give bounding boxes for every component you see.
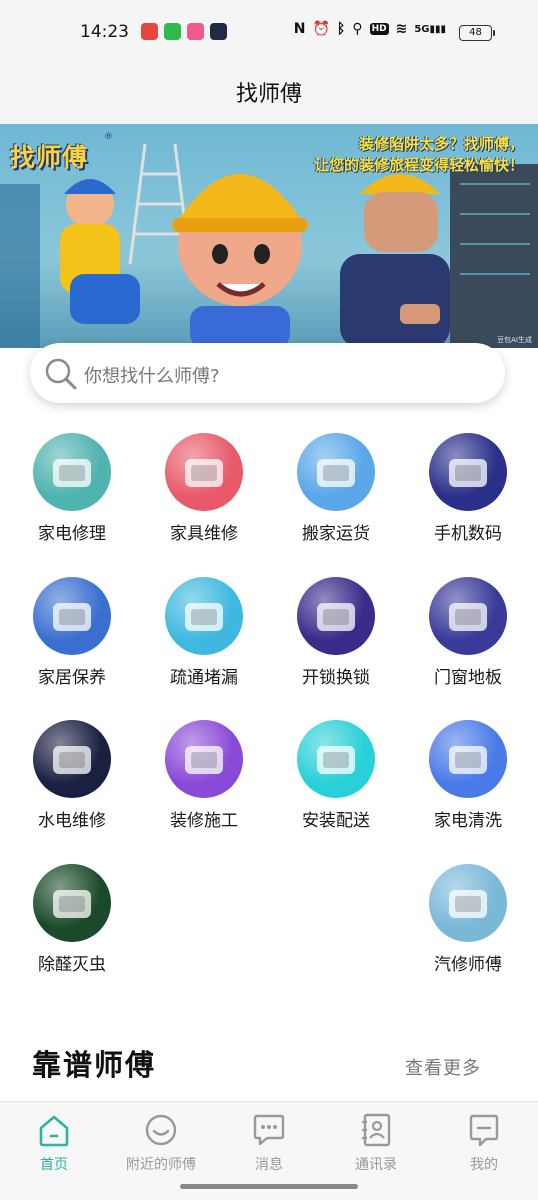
search-input[interactable]: 你想找什么师傅? [30, 343, 505, 403]
car-repair-icon [429, 864, 507, 942]
category-label: 汽修师傅 [434, 955, 502, 975]
category-label: 家电清洗 [434, 811, 502, 831]
category-label: 家电修理 [38, 524, 106, 544]
wifi-icon: ≋ [395, 21, 408, 37]
nav-item-home[interactable]: 首页 [0, 1112, 108, 1174]
home-icon [39, 1115, 69, 1147]
nav-label: 我的 [470, 1157, 498, 1173]
status-bar: 14:23 N ⏰ ᛒ ⚲ HD ≋ 5G▮▮▮ 48 [0, 0, 538, 66]
category-label: 门窗地板 [434, 668, 502, 688]
banner-slogan: 装修陷阱太多？找师傅， 让您的装修旅程变得轻松愉快！ [314, 134, 524, 176]
laptop-icon [429, 433, 507, 511]
category-item[interactable]: 安装配送 [281, 720, 391, 831]
banner-logo: 找师傅 [10, 143, 89, 172]
see-more-link[interactable]: 查看更多 [405, 1054, 481, 1080]
nav-label: 消息 [255, 1157, 283, 1173]
category-label: 除醛灭虫 [38, 955, 106, 975]
leaf-icon [33, 864, 111, 942]
category-label: 疏通堵漏 [170, 668, 238, 688]
fridge-icon [429, 720, 507, 798]
banner-slogan-line1: 装修陷阱太多？找师傅， [358, 135, 524, 153]
house-room-icon [33, 577, 111, 655]
monitor-icon [297, 720, 375, 798]
category-label: 装修施工 [170, 811, 238, 831]
app-header: 找师傅 [0, 66, 538, 124]
category-label: 家居保养 [38, 668, 106, 688]
category-item[interactable]: 搬家运货 [281, 433, 391, 544]
nav-label: 通讯录 [355, 1157, 397, 1173]
page-title: 找师傅 [235, 82, 302, 107]
pipe-water-icon [165, 577, 243, 655]
profile-message-icon [469, 1114, 499, 1147]
dark-clock-app-icon [210, 23, 227, 40]
pink-app-icon [187, 23, 204, 40]
banner-slogan-line2: 让您的装修旅程变得轻松愉快！ [313, 156, 524, 174]
nav-item-messages[interactable]: 消息 [215, 1112, 323, 1174]
status-app-icons [141, 23, 227, 40]
promo-banner[interactable]: 找师傅 ® 装修陷阱太多？找师傅， 让您的装修旅程变得轻松愉快！ 豆包AI生成 [0, 124, 538, 348]
nav-label: 首页 [40, 1157, 68, 1173]
green-message-icon [164, 23, 181, 40]
building-house-icon [165, 720, 243, 798]
banner-ai-credit: 豆包AI生成 [497, 336, 532, 344]
home-indicator[interactable] [180, 1184, 358, 1189]
category-item[interactable]: 水电维修 [17, 720, 127, 831]
battery-icon: 48 [459, 25, 495, 41]
truck-icon [297, 433, 375, 511]
category-label: 搬家运货 [302, 524, 370, 544]
bluetooth-icon: ᛒ [336, 21, 346, 37]
water-drop-bolt-icon [33, 720, 111, 798]
signal-icon: 5G▮▮▮ [414, 23, 446, 35]
alarm-icon: ⏰ [312, 21, 330, 37]
padlock-icon [297, 577, 375, 655]
status-indicators: N ⏰ ᛒ ⚲ HD ≋ 5G▮▮▮ [294, 21, 446, 37]
category-item[interactable]: 家电修理 [17, 433, 127, 544]
category-label: 水电维修 [38, 811, 106, 831]
red-app-icon [141, 23, 158, 40]
category-item[interactable]: 疏通堵漏 [149, 577, 259, 688]
location-icon: ⚲ [352, 21, 363, 37]
category-item[interactable]: 除醛灭虫 [17, 864, 127, 975]
nfc-icon: N [293, 21, 306, 37]
nav-item-mine[interactable]: 我的 [430, 1112, 538, 1174]
category-item[interactable]: 门窗地板 [413, 577, 523, 688]
category-item[interactable]: 汽修师傅 [413, 864, 523, 975]
category-item[interactable]: 家电清洗 [413, 720, 523, 831]
search-icon [45, 358, 77, 390]
air-conditioner-icon [33, 433, 111, 511]
search-placeholder: 你想找什么师傅? [84, 366, 220, 387]
smiley-icon [145, 1114, 177, 1146]
sofa-icon [165, 433, 243, 511]
category-label: 开锁换锁 [302, 668, 370, 688]
hd-icon: HD [369, 23, 389, 35]
nav-item-contacts[interactable]: 通讯录 [322, 1112, 430, 1174]
status-time: 14:23 [80, 22, 129, 42]
category-label: 安装配送 [302, 811, 370, 831]
nav-label: 附近的师傅 [126, 1157, 196, 1173]
section-title: 靠谱师傅 [32, 1048, 157, 1082]
category-item[interactable]: 家居保养 [17, 577, 127, 688]
contacts-icon [362, 1113, 391, 1147]
chat-bubble-icon [253, 1114, 285, 1146]
category-item[interactable]: 家具维修 [149, 433, 259, 544]
category-item[interactable]: 开锁换锁 [281, 577, 391, 688]
banner-logo-registered-mark: ® [104, 132, 113, 142]
category-label: 手机数码 [434, 524, 502, 544]
door-icon [429, 577, 507, 655]
category-item[interactable]: 装修施工 [149, 720, 259, 831]
nav-item-nearby[interactable]: 附近的师傅 [107, 1112, 215, 1174]
category-label: 家具维修 [170, 524, 238, 544]
category-item[interactable]: 手机数码 [413, 433, 523, 544]
